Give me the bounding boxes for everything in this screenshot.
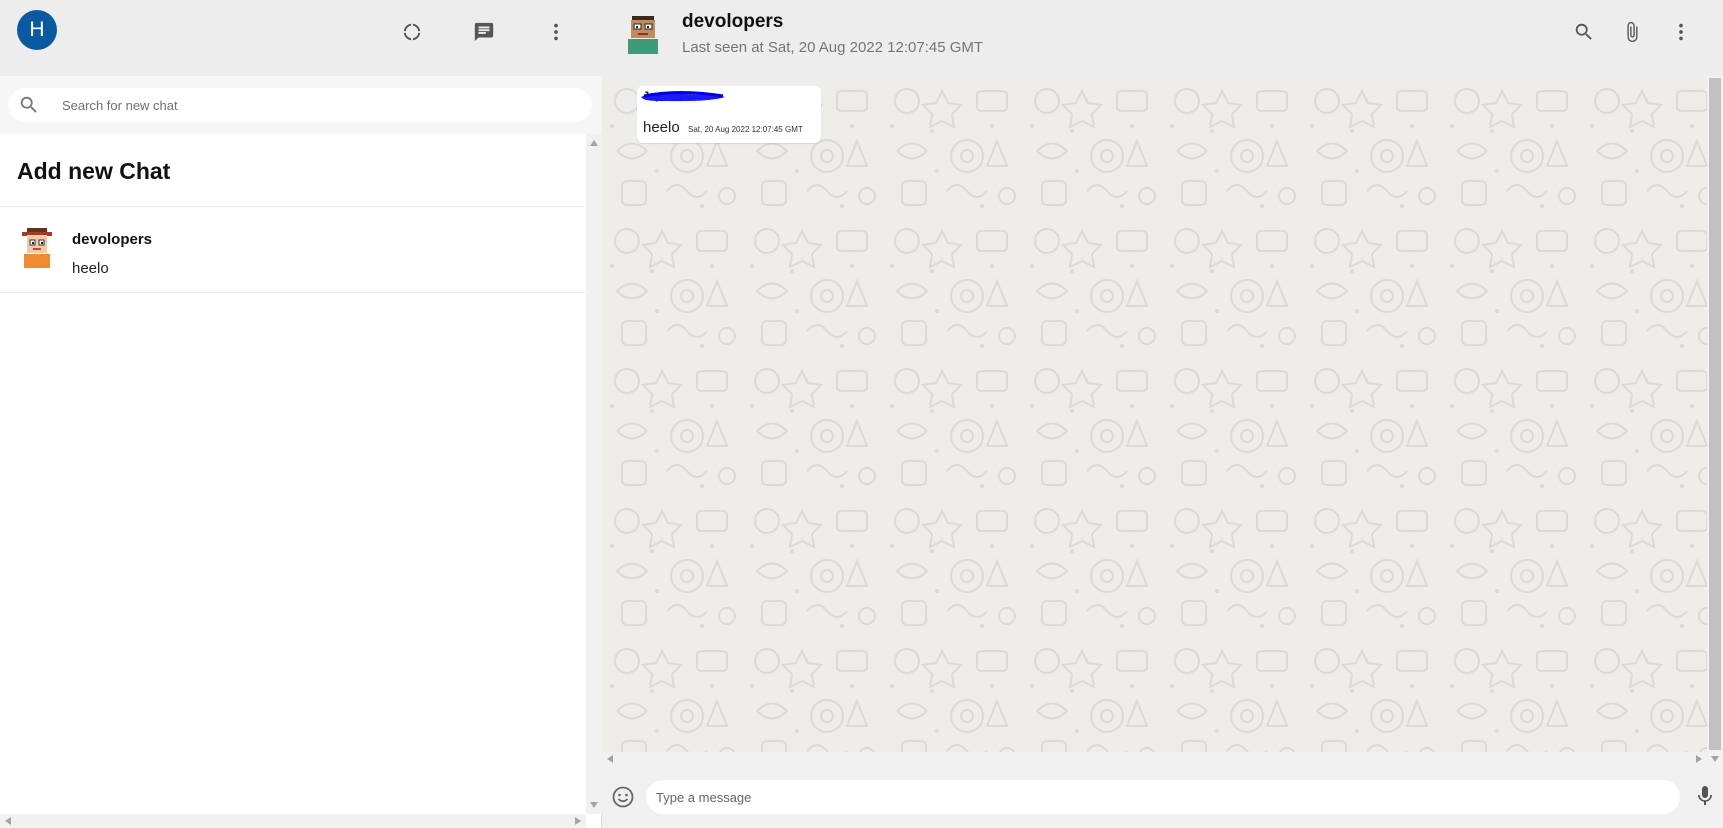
sender-redaction-scribble xyxy=(641,91,725,102)
scroll-right-arrow-icon[interactable] xyxy=(575,817,581,825)
sidebar-horizontal-scrollbar[interactable] xyxy=(0,814,586,828)
add-new-chat-label: Add new Chat xyxy=(17,158,171,184)
message-input-box xyxy=(646,780,1680,814)
more-vert-icon[interactable] xyxy=(1663,14,1699,50)
chat-last-seen: Last seen at Sat, 20 Aug 2022 12:07:45 G… xyxy=(682,39,984,56)
chat-list: Add new Chat devolopers heelo xyxy=(0,134,586,814)
search-icon[interactable] xyxy=(1566,14,1602,50)
search-input[interactable] xyxy=(62,88,582,122)
message-input[interactable] xyxy=(656,780,1666,814)
chat-list-item[interactable]: devolopers heelo xyxy=(0,207,586,293)
new-chat-icon[interactable] xyxy=(466,14,502,50)
microphone-icon[interactable] xyxy=(1693,784,1717,808)
scroll-right-arrow-icon[interactable] xyxy=(1696,755,1702,763)
search-icon xyxy=(18,94,40,116)
status-icon[interactable] xyxy=(394,14,430,50)
app-window: H Add new Chat xyxy=(0,0,1723,828)
chat-item-last-message: heelo xyxy=(72,260,109,277)
contact-avatar xyxy=(18,227,56,269)
chat-background-doodles xyxy=(602,76,1707,752)
message-timestamp: Sat, 20 Aug 2022 12:07:45 GMT xyxy=(688,125,803,134)
chat-vertical-scrollbar[interactable] xyxy=(1707,76,1723,766)
chat-panel: devolopers Last seen at Sat, 20 Aug 2022… xyxy=(602,0,1723,828)
chat-contact-avatar[interactable] xyxy=(624,14,662,54)
more-vert-icon[interactable] xyxy=(538,14,574,50)
chat-horizontal-scrollbar[interactable] xyxy=(602,752,1707,766)
sidebar-header: H xyxy=(0,0,602,76)
chat-item-name: devolopers xyxy=(72,231,153,248)
scrollbar-thumb[interactable] xyxy=(1709,78,1721,750)
scroll-down-arrow-icon[interactable] xyxy=(590,802,598,808)
user-avatar[interactable]: H xyxy=(17,10,57,50)
attach-icon[interactable] xyxy=(1614,14,1650,50)
message-bubble[interactable]: Jaya Kumar heelo Sat, 20 Aug 2022 12:07:… xyxy=(637,86,821,143)
add-new-chat-button[interactable]: Add new Chat xyxy=(0,134,586,207)
scroll-up-arrow-icon[interactable] xyxy=(590,140,598,146)
sidebar-vertical-scrollbar[interactable] xyxy=(586,134,602,814)
search-bar xyxy=(0,76,602,134)
message-composer xyxy=(602,766,1723,828)
emoji-icon[interactable] xyxy=(611,785,635,809)
chat-messages-area: Jaya Kumar heelo Sat, 20 Aug 2022 12:07:… xyxy=(602,76,1707,752)
scroll-left-arrow-icon[interactable] xyxy=(607,755,613,763)
chat-contact-name: devolopers xyxy=(682,11,784,32)
chat-header: devolopers Last seen at Sat, 20 Aug 2022… xyxy=(602,0,1723,76)
message-text: heelo xyxy=(643,119,680,136)
search-box xyxy=(8,88,592,122)
scroll-down-arrow-icon[interactable] xyxy=(1711,756,1719,762)
sidebar: H Add new Chat xyxy=(0,0,602,828)
scroll-left-arrow-icon[interactable] xyxy=(5,817,11,825)
